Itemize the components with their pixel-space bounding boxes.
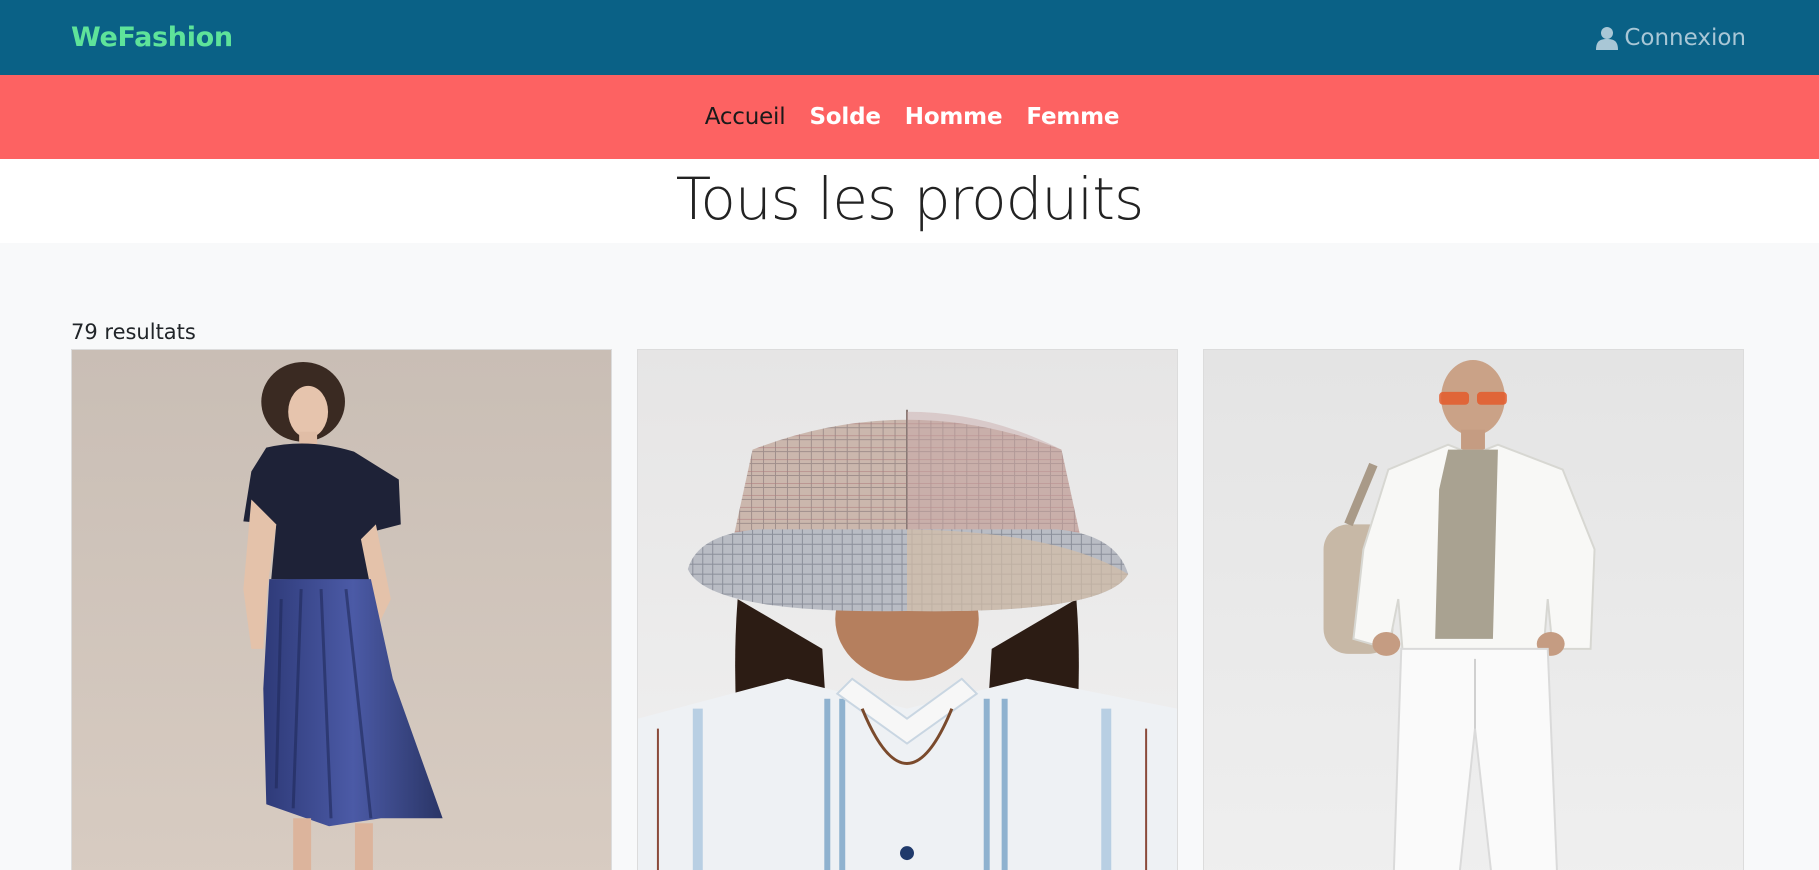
category-nav: Accueil Solde Homme Femme bbox=[0, 75, 1819, 159]
product-card[interactable] bbox=[637, 349, 1178, 870]
user-icon bbox=[1596, 26, 1619, 50]
nav-item-homme[interactable]: Homme bbox=[905, 104, 1003, 130]
product-image bbox=[1204, 350, 1743, 870]
login-label: Connexion bbox=[1624, 24, 1746, 51]
top-navbar: WeFashion Connexion bbox=[0, 0, 1819, 75]
product-image bbox=[72, 350, 611, 870]
login-link[interactable]: Connexion bbox=[1596, 25, 1746, 51]
page-header: Tous les produits bbox=[0, 159, 1819, 243]
nav-item-accueil[interactable]: Accueil bbox=[705, 104, 786, 130]
product-card[interactable] bbox=[71, 349, 612, 870]
brand-logo-link[interactable]: WeFashion bbox=[71, 22, 233, 53]
product-grid bbox=[71, 349, 1748, 870]
nav-item-solde[interactable]: Solde bbox=[809, 104, 881, 130]
nav-item-femme[interactable]: Femme bbox=[1026, 104, 1119, 130]
product-image bbox=[638, 350, 1177, 870]
page-title: Tous les produits bbox=[675, 165, 1144, 233]
product-listing: 79 resultats bbox=[0, 243, 1819, 870]
results-count: 79 resultats bbox=[71, 320, 196, 344]
product-card[interactable] bbox=[1203, 349, 1744, 870]
